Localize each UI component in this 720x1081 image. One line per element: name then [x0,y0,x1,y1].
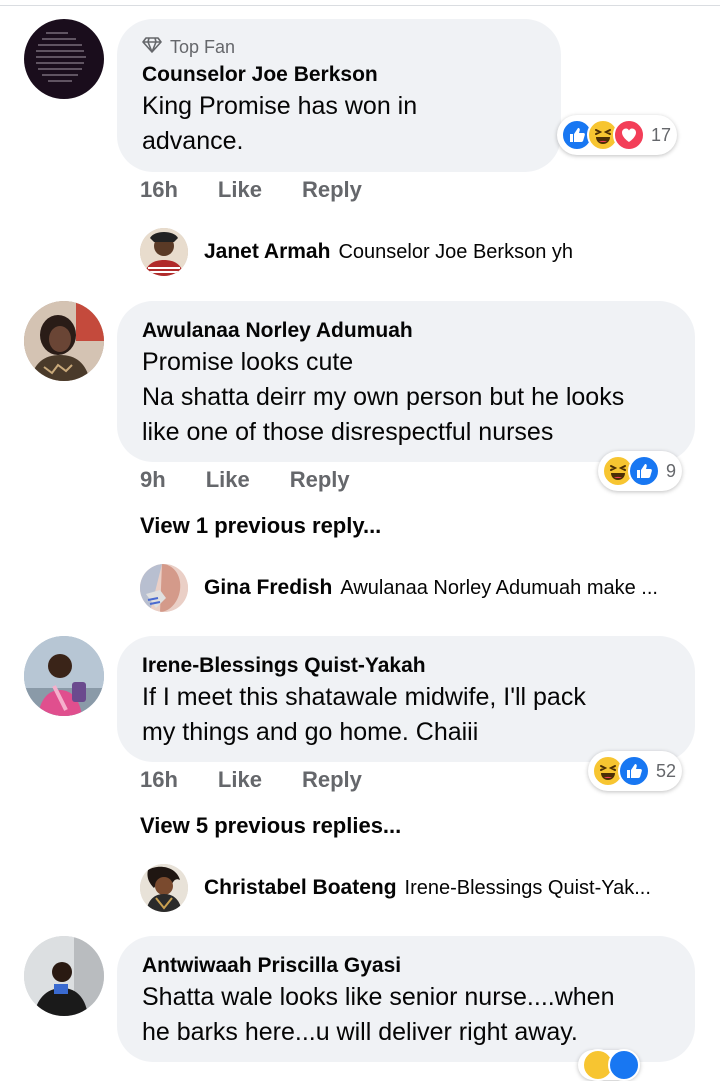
comment-bubble: Awulanaa Norley Adumuah Promise looks cu… [117,301,695,462]
comment-time[interactable]: 16h [140,767,178,793]
comment-text-line: Shatta wale looks like senior nurse....w… [142,983,615,1011]
reply-preview[interactable]: Janet Armah Counselor Joe Berkson yh [140,228,573,276]
reply-author[interactable]: Christabel Boateng [204,876,397,900]
comment-author[interactable]: Antwiwaah Priscilla Gyasi [142,952,670,980]
reply-button[interactable]: Reply [302,767,362,793]
avatar[interactable] [140,864,188,912]
reply-text: Counselor Joe Berkson yh [338,240,574,263]
comment-text-line: he barks here...u will deliver right awa… [142,1018,578,1046]
diamond-icon [142,35,162,59]
reaction-count: 9 [666,460,677,481]
comment-text-line: Promise looks cute [142,348,354,376]
top-fan-label: Top Fan [170,37,236,57]
reaction-count: 17 [651,124,672,145]
avatar[interactable] [140,564,188,612]
reply-author[interactable]: Janet Armah [204,240,330,264]
reaction-summary[interactable]: 52 [588,751,683,791]
like-button[interactable]: Like [218,767,262,793]
comment-bubble: Top Fan Counselor Joe Berkson King Promi… [117,19,561,172]
like-icon [608,1049,640,1081]
comment-text-line: King Promise has won in [142,92,418,120]
reply-text: Irene-Blessings Quist-Yak... [404,876,651,899]
reply-button[interactable]: Reply [290,467,350,493]
comment-actions: 16h Like Reply [140,767,402,793]
comment-text-line: Na shatta deirr my own person but he loo… [142,383,625,411]
comment-text-line: like one of those disrespectful nurses [142,418,554,446]
comment-author[interactable]: Counselor Joe Berkson [142,61,536,89]
comment-text-line: If I meet this shatawale midwife, I'll p… [142,683,586,711]
comment-author[interactable]: Irene-Blessings Quist-Yakah [142,652,670,680]
view-previous-replies[interactable]: View 1 previous reply... [140,513,381,539]
like-button[interactable]: Like [218,177,262,203]
love-icon [613,119,645,151]
comment-time[interactable]: 9h [140,467,166,493]
reply-author[interactable]: Gina Fredish [204,576,332,600]
comment-bubble: Irene-Blessings Quist-Yakah If I meet th… [117,636,695,762]
reaction-summary[interactable]: 17 [557,115,678,155]
comment-actions: 9h Like Reply [140,467,390,493]
reply-text: Awulanaa Norley Adumuah make ... [340,576,658,599]
view-previous-replies[interactable]: View 5 previous replies... [140,813,401,839]
top-fan-badge: Top Fan [142,35,536,59]
avatar[interactable] [24,636,104,716]
reply-button[interactable]: Reply [302,177,362,203]
comment-bubble: Antwiwaah Priscilla Gyasi Shatta wale lo… [117,936,695,1062]
reply-preview[interactable]: Christabel Boateng Irene-Blessings Quist… [140,864,651,912]
reply-preview[interactable]: Gina Fredish Awulanaa Norley Adumuah mak… [140,564,658,612]
comment-text-line: advance. [142,127,244,155]
like-icon [618,755,650,787]
avatar[interactable] [24,301,104,381]
reaction-summary[interactable] [578,1049,640,1081]
like-icon [628,455,660,487]
comment-time[interactable]: 16h [140,177,178,203]
reaction-summary[interactable]: 9 [598,451,683,491]
comment-author[interactable]: Awulanaa Norley Adumuah [142,317,670,345]
avatar[interactable] [24,936,104,1016]
top-divider [0,5,720,6]
comment-text-line: my things and go home. Chaiii [142,718,479,746]
comment-actions: 16h Like Reply [140,177,402,203]
reaction-count: 52 [656,760,677,781]
avatar[interactable] [140,228,188,276]
avatar[interactable] [24,19,104,99]
like-button[interactable]: Like [206,467,250,493]
